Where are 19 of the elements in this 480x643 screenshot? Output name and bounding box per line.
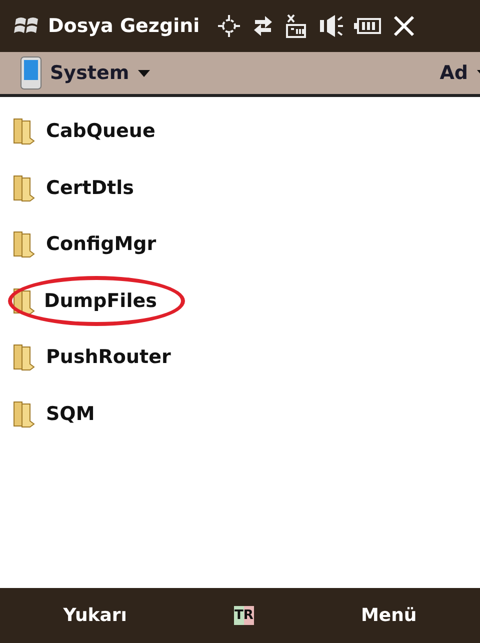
crosshair-icon[interactable] [216,13,242,39]
folder-name[interactable]: CabQueue [42,114,160,148]
sim-card-icon[interactable] [284,13,308,39]
caret-icon[interactable] [137,68,152,78]
menu-soft-key[interactable]: Menü [340,605,437,626]
sync-arrows-icon[interactable] [252,14,274,38]
speaker-icon[interactable] [318,14,344,38]
window-title: Dosya Gezgini [48,15,200,37]
up-soft-key[interactable]: Yukarı [43,605,147,626]
folder-name[interactable]: ConfigMgr [42,227,160,262]
folder-name[interactable]: SQM [42,396,99,431]
device-icon [20,56,42,90]
folder-name[interactable]: CertDtls [42,170,138,205]
sort-dropdown[interactable]: Ad [440,62,468,84]
folder-dropdown[interactable]: System [50,62,130,84]
folder-name[interactable]: PushRouter [42,340,175,374]
close-icon[interactable] [392,14,416,38]
input-language-indicator[interactable]: TR [234,606,254,625]
battery-icon[interactable] [354,16,382,36]
